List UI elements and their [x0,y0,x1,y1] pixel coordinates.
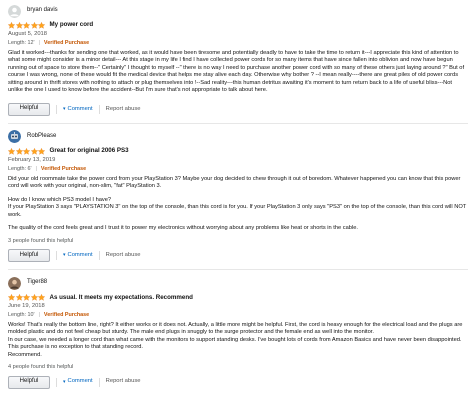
review-paragraph: Works! That's really the bottom line, ri… [8,321,463,336]
star-rating [8,147,46,155]
helpful-button[interactable]: Helpful [8,102,50,116]
comment-link[interactable]: ▾ Comment [63,106,93,114]
review-author: bryan davis [8,4,468,18]
star-icon [38,294,45,301]
review-card: Tiger88 As usual. It meets my expectatio… [8,276,468,389]
review-paragraph: How do I know which PS3 model I have? [8,196,112,203]
review-paragraph: Did your old roommate take the power cor… [8,175,461,190]
review-paragraph: Glad it worked---thanks for sending one … [8,49,465,94]
review-divider [8,269,468,271]
comment-link[interactable]: ▾ Comment [63,252,93,260]
review-body: Did your old roommate take the power cor… [8,176,468,233]
star-rating [8,22,46,29]
action-divider [56,104,57,114]
author-name[interactable]: Tiger88 [27,279,47,287]
star-rating [8,294,46,301]
action-divider [56,377,57,387]
meta-separator: | [38,311,40,318]
review-body: Works! That's really the bottom line, ri… [8,322,468,360]
review-body: Glad it worked---thanks for sending one … [8,50,468,95]
review-title[interactable]: My power cord [50,21,94,29]
photo-avatar-icon[interactable] [8,276,21,290]
chevron-down-icon: ▾ [63,252,66,259]
review-paragraph: Recommend. [8,351,42,358]
action-divider [98,251,100,261]
star-icon [30,22,38,29]
verified-badge: Verified Purchase [40,165,87,172]
star-icon [23,294,30,301]
review-paragraph: In our case, we needed a longer cord tha… [8,336,462,351]
verified-badge: Verified Purchase [43,311,90,318]
report-abuse-link[interactable]: Report abuse [106,106,141,114]
comment-label: Comment [67,378,93,385]
action-divider [98,104,100,114]
review-date: August 5, 2018 [8,31,47,37]
review-divider [8,122,468,124]
review-author: Tiger88 [8,276,468,290]
reviews-page: bryan davis My power cord August 5, 2018… [0,0,474,410]
star-icon [30,294,38,301]
author-name[interactable]: RobPlease [27,133,56,141]
review-variant: Length: 12' [8,39,35,46]
star-icon [8,22,15,29]
meta-separator: | [38,39,40,46]
star-icon [23,22,30,29]
review-title[interactable]: As usual. It meets my expectations. Reco… [50,294,193,302]
meta-separator: | [35,165,37,172]
review-paragraph: The quality of the cord feels great and … [8,225,358,232]
report-abuse-link[interactable]: Report abuse [106,252,141,260]
report-abuse-link[interactable]: Report abuse [106,378,141,386]
review-card: RobPlease Great for original 2006 PS3 Fe… [8,130,468,263]
star-icon [38,22,45,29]
review-card: bryan davis My power cord August 5, 2018… [8,4,468,116]
star-icon [8,147,15,155]
robot-avatar-icon[interactable] [8,130,21,144]
helpful-button[interactable]: Helpful [8,249,50,263]
comment-link[interactable]: ▾ Comment [63,378,93,386]
default-avatar-icon[interactable] [8,4,21,18]
helpful-count: 4 people found this helpful [8,364,74,371]
verified-badge: Verified Purchase [43,39,90,46]
review-paragraph: If your PlayStation 3 says "PLAYSTATION … [8,204,467,218]
comment-label: Comment [67,251,93,258]
star-icon [8,294,15,301]
star-icon [15,22,23,29]
star-icon [30,147,38,155]
chevron-down-icon: ▾ [63,379,66,385]
star-icon [38,147,45,155]
star-icon [15,294,23,301]
star-icon [23,147,30,155]
action-divider [56,251,57,261]
star-icon [15,147,23,155]
helpful-count: 3 people found this helpful [8,237,74,244]
author-name[interactable]: bryan davis [27,7,58,15]
review-date: February 13, 2019 [8,156,56,163]
review-variant: Length: 6' [8,165,32,172]
chevron-down-icon: ▾ [63,106,66,113]
helpful-button[interactable]: Helpful [8,375,50,389]
comment-label: Comment [67,105,93,112]
action-divider [98,377,100,387]
review-date: June 19, 2018 [8,303,45,310]
review-title[interactable]: Great for original 2006 PS3 [50,147,129,155]
review-author: RobPlease [8,130,468,144]
review-variant: Length: 10' [8,311,35,318]
